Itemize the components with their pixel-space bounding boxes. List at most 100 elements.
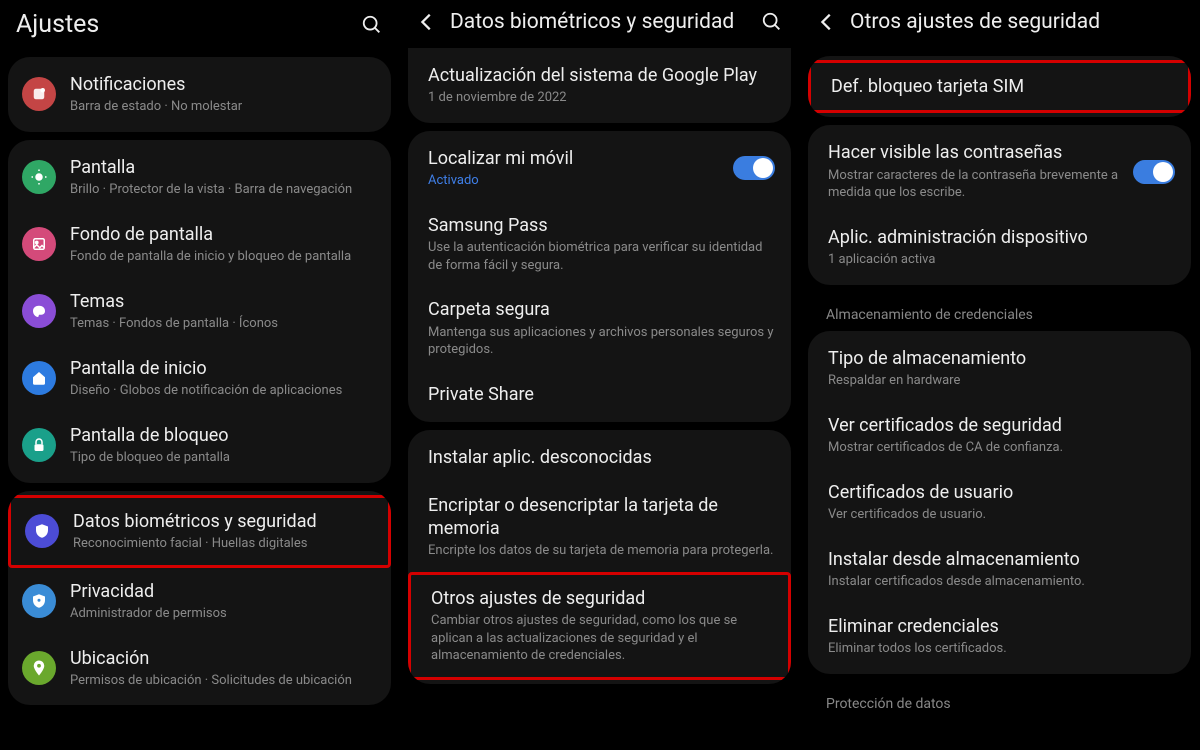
item-title: Privacidad (70, 580, 375, 603)
item-carpeta-segura[interactable]: Carpeta segura Mantenga sus aplicaciones… (408, 286, 791, 370)
item-title: Eliminar credenciales (828, 615, 1175, 638)
item-title: Temas (70, 290, 375, 313)
group-other: Instalar aplic. desconocidas Encriptar o… (408, 430, 791, 684)
biometrics-panel: Datos biométricos y seguridad Actualizac… (400, 0, 800, 750)
item-temas[interactable]: Temas Temas · Fondos de pantalla · Ícono… (8, 278, 391, 345)
search-icon[interactable] (761, 11, 783, 33)
item-desconocidas[interactable]: Instalar aplic. desconocidas (408, 434, 791, 481)
item-title: Pantalla de inicio (70, 357, 375, 380)
item-sub: Mostrar caracteres de la contraseña brev… (828, 167, 1119, 202)
item-instalar-almacenamiento[interactable]: Instalar desde almacenamiento Instalar c… (808, 536, 1191, 603)
group-notifications: Notificaciones Barra de estado · No mole… (8, 57, 391, 132)
item-notificaciones[interactable]: Notificaciones Barra de estado · No mole… (8, 61, 391, 128)
item-ubicacion[interactable]: Ubicación Permisos de ubicación · Solici… (8, 635, 391, 702)
toggle-localizar[interactable] (733, 156, 775, 180)
item-title: Instalar desde almacenamiento (828, 548, 1175, 571)
item-private-share[interactable]: Private Share (408, 371, 791, 418)
item-title: Instalar aplic. desconocidas (428, 446, 775, 469)
item-visible-passwords[interactable]: Hacer visible las contraseñas Mostrar ca… (808, 129, 1191, 213)
group-display: Pantalla Brillo · Protector de la vista … (8, 140, 391, 483)
item-title: Certificados de usuario (828, 481, 1175, 504)
item-title: Otros ajustes de seguridad (431, 587, 772, 610)
item-title: Aplic. administración dispositivo (828, 226, 1175, 249)
group-credentials: Tipo de almacenamiento Respaldar en hard… (808, 331, 1191, 674)
item-sub: Use la autenticación biométrica para ver… (428, 239, 775, 274)
item-sub: 1 de noviembre de 2022 (428, 89, 775, 107)
item-sub: Reconocimiento facial · Huellas digitale… (73, 535, 372, 553)
lock-icon (22, 428, 56, 462)
header: Datos biométricos y seguridad (400, 0, 799, 48)
item-fondo[interactable]: Fondo de pantalla Fondo de pantalla de i… (8, 211, 391, 278)
home-icon (22, 361, 56, 395)
item-sub: Mantenga sus aplicaciones y archivos per… (428, 324, 775, 359)
settings-list[interactable]: Def. bloqueo tarjeta SIM Hacer visible l… (800, 48, 1199, 750)
item-localizar[interactable]: Localizar mi móvil Activado (408, 135, 791, 202)
item-sub: Fondo de pantalla de inicio y bloqueo de… (70, 248, 375, 266)
item-biometria[interactable]: Datos biométricos y seguridad Reconocimi… (8, 495, 391, 568)
settings-list[interactable]: Notificaciones Barra de estado · No mole… (0, 53, 399, 750)
other-security-panel: Otros ajustes de seguridad Def. bloqueo … (800, 0, 1200, 750)
item-sub: Activado (428, 172, 719, 190)
item-ver-certificados[interactable]: Ver certificados de seguridad Mostrar ce… (808, 402, 1191, 469)
item-sim-lock[interactable]: Def. bloqueo tarjeta SIM (808, 60, 1191, 113)
item-sub: Cambiar otros ajustes de seguridad, como… (431, 612, 772, 665)
item-bloqueo[interactable]: Pantalla de bloqueo Tipo de bloqueo de p… (8, 412, 391, 479)
item-inicio[interactable]: Pantalla de inicio Diseño · Globos de no… (8, 345, 391, 412)
item-title: Pantalla (70, 156, 375, 179)
settings-panel: Ajustes Notificaciones Barra de estado ·… (0, 0, 400, 750)
item-title: Private Share (428, 383, 775, 406)
item-title: Fondo de pantalla (70, 223, 375, 246)
group-samsung: Localizar mi móvil Activado Samsung Pass… (408, 131, 791, 422)
item-title: Pantalla de bloqueo (70, 424, 375, 447)
page-title: Ajustes (16, 10, 349, 39)
item-title: Localizar mi móvil (428, 147, 719, 170)
group-security: Datos biométricos y seguridad Reconocimi… (8, 491, 391, 706)
item-sub: Brillo · Protector de la vista · Barra d… (70, 181, 375, 199)
item-sub: Administrador de permisos (70, 605, 375, 623)
display-icon (22, 160, 56, 194)
item-encriptar[interactable]: Encriptar o desencriptar la tarjeta de m… (408, 482, 791, 572)
item-title: Tipo de almacenamiento (828, 347, 1175, 370)
shield-icon (25, 514, 59, 548)
item-title: Carpeta segura (428, 298, 775, 321)
item-title: Datos biométricos y seguridad (73, 510, 372, 533)
privacy-icon (22, 584, 56, 618)
item-sub: Permisos de ubicación · Solicitudes de u… (70, 672, 375, 690)
item-title: Actualización del sistema de Google Play (428, 64, 775, 87)
item-certificados-usuario[interactable]: Certificados de usuario Ver certificados… (808, 469, 1191, 536)
search-icon[interactable] (361, 14, 383, 36)
item-sub: Instalar certificados desde almacenamien… (828, 573, 1175, 591)
location-icon (22, 651, 56, 685)
item-privacidad[interactable]: Privacidad Administrador de permisos (8, 568, 391, 635)
item-title: Notificaciones (70, 73, 375, 96)
themes-icon (22, 294, 56, 328)
item-device-admin[interactable]: Aplic. administración dispositivo 1 apli… (808, 214, 1191, 281)
item-title: Ver certificados de seguridad (828, 414, 1175, 437)
settings-list[interactable]: Actualización del sistema de Google Play… (400, 48, 799, 750)
back-icon[interactable] (816, 11, 838, 33)
section-header-protection: Protección de datos (806, 682, 1193, 720)
item-sub: Temas · Fondos de pantalla · Íconos (70, 315, 375, 333)
item-sub: Mostrar certificados de CA de confianza. (828, 439, 1175, 457)
item-title: Ubicación (70, 647, 375, 670)
item-eliminar-credenciales[interactable]: Eliminar credenciales Eliminar todos los… (808, 603, 1191, 670)
item-title: Hacer visible las contraseñas (828, 141, 1119, 164)
item-sub: Eliminar todos los certificados. (828, 640, 1175, 658)
item-gplay-update[interactable]: Actualización del sistema de Google Play… (408, 52, 791, 119)
notifications-icon (22, 77, 56, 111)
group-passwords: Hacer visible las contraseñas Mostrar ca… (808, 125, 1191, 284)
item-samsung-pass[interactable]: Samsung Pass Use la autenticación biomét… (408, 202, 791, 286)
item-tipo-almacenamiento[interactable]: Tipo de almacenamiento Respaldar en hard… (808, 335, 1191, 402)
item-sub: Encripte los datos de su tarjeta de memo… (428, 542, 775, 560)
group-sim: Def. bloqueo tarjeta SIM (808, 56, 1191, 117)
toggle-visible-passwords[interactable] (1133, 160, 1175, 184)
page-title: Otros ajustes de seguridad (850, 10, 1183, 34)
item-pantalla[interactable]: Pantalla Brillo · Protector de la vista … (8, 144, 391, 211)
header: Ajustes (0, 0, 399, 53)
item-sub: Respaldar en hardware (828, 372, 1175, 390)
item-otros-ajustes[interactable]: Otros ajustes de seguridad Cambiar otros… (408, 572, 791, 680)
wallpaper-icon (22, 227, 56, 261)
item-sub: Barra de estado · No molestar (70, 98, 375, 116)
item-sub: Ver certificados de usuario. (828, 506, 1175, 524)
back-icon[interactable] (416, 11, 438, 33)
